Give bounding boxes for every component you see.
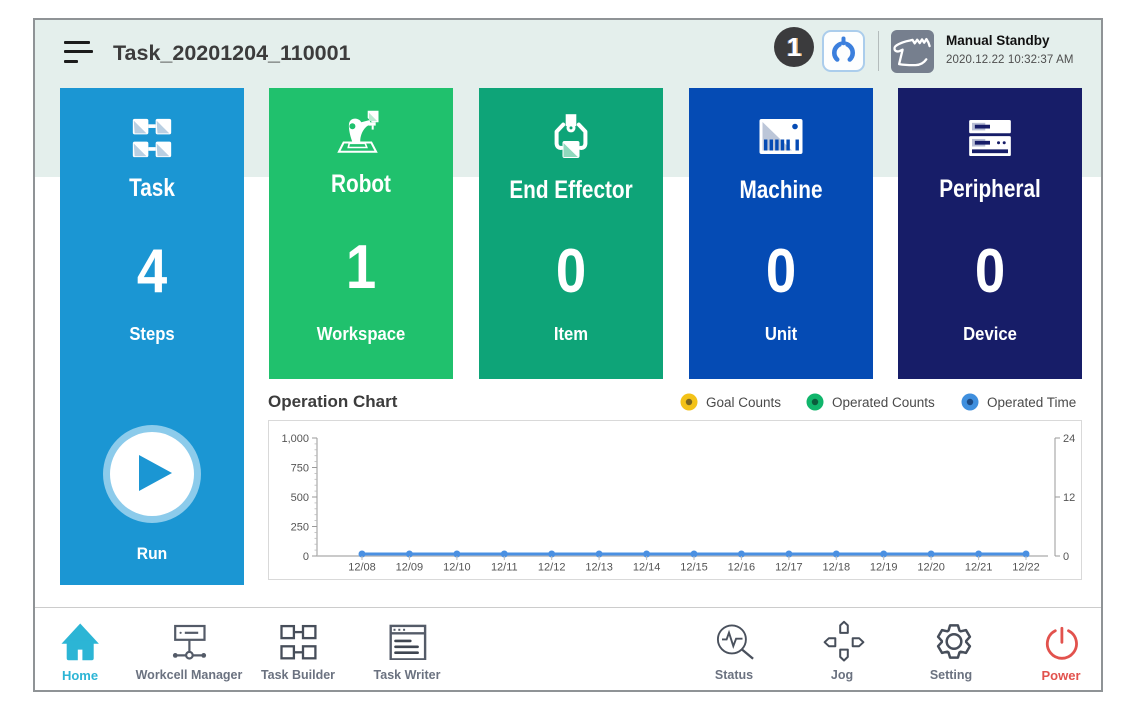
svg-text:0: 0 [1063,551,1069,563]
svg-text:12/10: 12/10 [443,562,471,574]
svg-text:Operated Counts: Operated Counts [832,395,935,410]
svg-text:750: 750 [291,463,309,475]
svg-text:500: 500 [291,492,309,504]
svg-text:12/08: 12/08 [348,562,376,574]
svg-text:12/15: 12/15 [680,562,708,574]
svg-text:1,000: 1,000 [281,433,309,445]
svg-text:Operated Time: Operated Time [987,395,1076,410]
svg-text:12/09: 12/09 [396,562,424,574]
svg-text:24: 24 [1063,433,1075,445]
svg-text:12/20: 12/20 [917,562,945,574]
svg-text:250: 250 [291,522,309,534]
svg-text:12/18: 12/18 [823,562,851,574]
svg-text:12/22: 12/22 [1012,562,1040,574]
svg-text:0: 0 [303,551,309,563]
svg-text:12: 12 [1063,492,1075,504]
svg-text:12/21: 12/21 [965,562,993,574]
svg-text:12/12: 12/12 [538,562,566,574]
svg-text:12/16: 12/16 [728,562,756,574]
svg-text:12/11: 12/11 [491,562,518,574]
svg-text:Goal Counts: Goal Counts [706,395,781,410]
svg-text:12/19: 12/19 [870,562,898,574]
svg-text:12/13: 12/13 [585,562,613,574]
svg-text:12/17: 12/17 [775,562,803,574]
svg-text:12/14: 12/14 [633,562,661,574]
